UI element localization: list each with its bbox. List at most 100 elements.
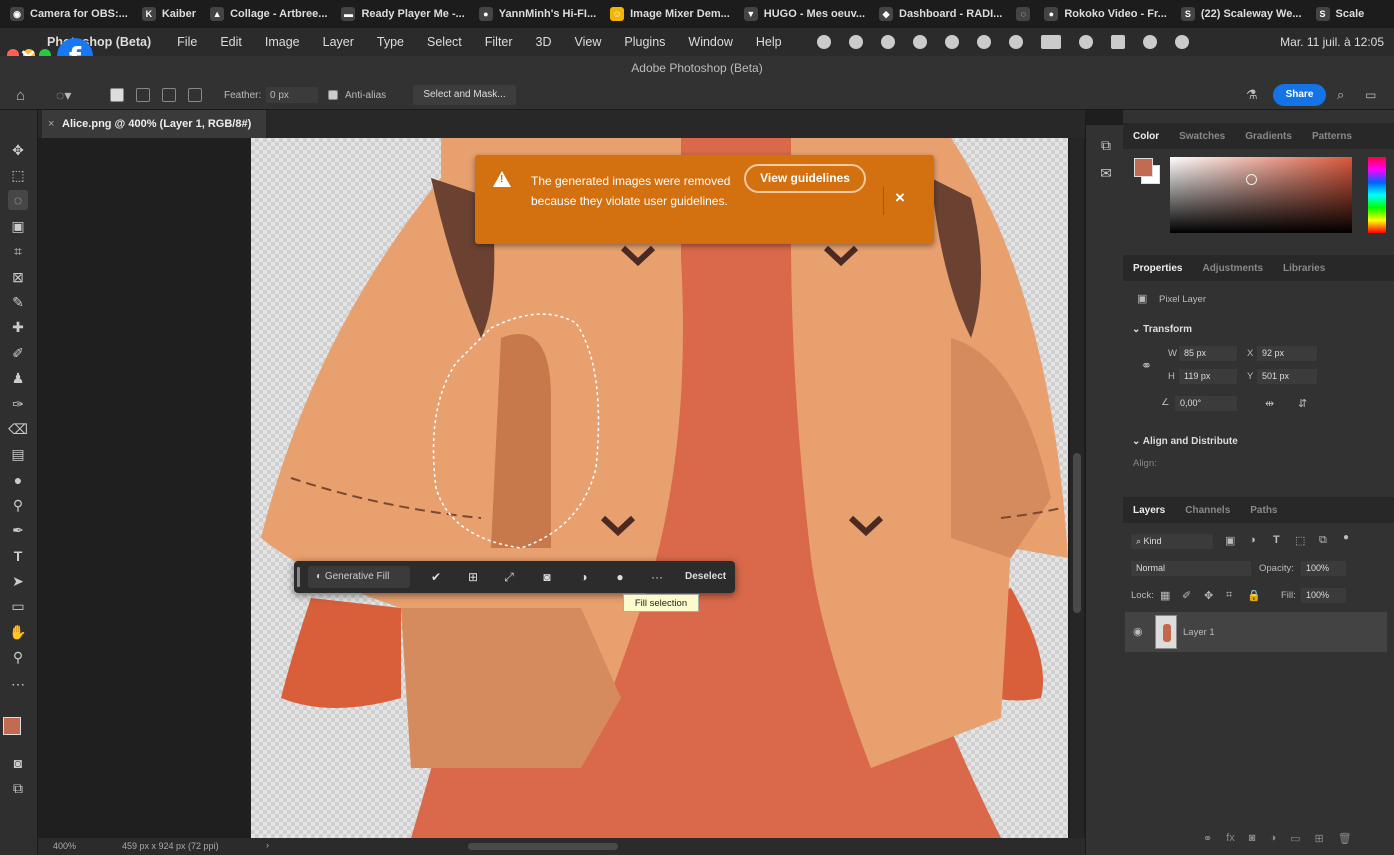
menu-filter[interactable]: Filter: [485, 35, 513, 49]
record-icon[interactable]: [817, 35, 831, 49]
pen-tool-icon[interactable]: ✒: [8, 520, 28, 540]
mask-icon[interactable]: ◙: [539, 569, 555, 585]
path-select-icon[interactable]: ➤: [8, 571, 28, 591]
eyedropper-tool-icon[interactable]: ✎: [8, 292, 28, 312]
trash-icon[interactable]: 🗑: [1338, 832, 1352, 845]
pen-icon[interactable]: [1009, 35, 1023, 49]
generative-fill-button[interactable]: ◐ Generative Fill: [308, 566, 410, 588]
filter-type-icon[interactable]: T: [1273, 534, 1280, 546]
frame-tool-icon[interactable]: ⊠: [8, 267, 28, 287]
tab-layers[interactable]: Layers: [1133, 505, 1165, 516]
more-options-icon[interactable]: ···: [649, 569, 665, 585]
menu-3d[interactable]: 3D: [536, 35, 552, 49]
lock-transparent-icon[interactable]: ▦: [1160, 589, 1170, 602]
search-icon[interactable]: ⌕: [1337, 87, 1344, 103]
browser-tab[interactable]: ● Rokoko Video - Fr...: [1044, 7, 1167, 21]
drag-handle[interactable]: [297, 567, 300, 587]
view-guidelines-button[interactable]: View guidelines: [744, 164, 866, 193]
layer-name[interactable]: Layer 1: [1183, 627, 1215, 638]
menu-view[interactable]: View: [575, 35, 602, 49]
document-tab[interactable]: × Alice.png @ 400% (Layer 1, RGB/8#): [42, 110, 266, 138]
move-tool-icon[interactable]: ✥: [8, 140, 28, 160]
tab-gradients[interactable]: Gradients: [1245, 131, 1292, 142]
group-icon[interactable]: ▭: [1290, 832, 1300, 845]
menu-plugins[interactable]: Plugins: [624, 35, 665, 49]
screen-mode-icon[interactable]: ⧉: [8, 778, 28, 798]
brush-tool-icon[interactable]: ✐: [8, 343, 28, 363]
x-input[interactable]: 92 px: [1257, 346, 1317, 361]
wifi-icon[interactable]: [1079, 35, 1093, 49]
color-picker-handle[interactable]: [1246, 174, 1257, 185]
tab-libraries[interactable]: Libraries: [1283, 263, 1325, 274]
marquee-tool-icon[interactable]: ⬚: [8, 165, 28, 185]
search-icon[interactable]: [1143, 35, 1157, 49]
add-mask-icon[interactable]: ◙: [1249, 832, 1256, 845]
link-icon[interactable]: ⚭: [1141, 358, 1152, 374]
battery-icon[interactable]: [1041, 35, 1061, 49]
menu-edit[interactable]: Edit: [220, 35, 242, 49]
flask-icon[interactable]: [945, 35, 959, 49]
healing-brush-icon[interactable]: ✚: [8, 317, 28, 337]
vertical-scrollbar[interactable]: [1070, 138, 1084, 838]
lock-all-icon[interactable]: 🔒: [1247, 589, 1261, 602]
keyboard-icon[interactable]: [1111, 35, 1125, 49]
menu-layer[interactable]: Layer: [323, 35, 354, 49]
browser-tab[interactable]: ▬ Ready Player Me -...: [341, 7, 465, 21]
flask-icon[interactable]: ⚗: [1246, 87, 1258, 103]
control-center-icon[interactable]: [1175, 35, 1189, 49]
menu-file[interactable]: File: [177, 35, 197, 49]
tab-properties[interactable]: Properties: [1133, 263, 1182, 274]
flip-vertical-icon[interactable]: ⇵: [1298, 397, 1307, 410]
stamp-tool-icon[interactable]: ♟: [8, 368, 28, 388]
browser-tab[interactable]: S Scale: [1315, 7, 1364, 21]
quick-mask-icon[interactable]: ◙: [8, 753, 28, 773]
modify-selection-icon[interactable]: ✔: [428, 569, 444, 585]
height-input[interactable]: 119 px: [1179, 369, 1237, 384]
fill-input[interactable]: 100%: [1301, 588, 1346, 603]
lock-artboard-icon[interactable]: ⌗: [1226, 589, 1232, 602]
align-section-title[interactable]: ⌄ Align and Distribute: [1132, 436, 1238, 447]
fill-selection-icon[interactable]: ●: [612, 569, 628, 585]
vertical-scroll-thumb[interactable]: [1073, 453, 1081, 613]
eraser-tool-icon[interactable]: ⌫: [8, 419, 28, 439]
lock-position-icon[interactable]: ✥: [1204, 589, 1213, 602]
feather-input[interactable]: 0 px: [266, 87, 318, 103]
filter-pixel-icon[interactable]: ▣: [1225, 534, 1235, 547]
deselect-button[interactable]: Deselect: [685, 566, 726, 588]
dodge-tool-icon[interactable]: ⚲: [8, 495, 28, 515]
anti-alias-checkbox[interactable]: [328, 87, 338, 103]
menu-window[interactable]: Window: [688, 35, 732, 49]
fx-icon[interactable]: fx: [1226, 832, 1235, 845]
browser-tab[interactable]: ▼ HUGO - Mes oeuv...: [743, 7, 865, 21]
hue-slider[interactable]: [1368, 157, 1386, 233]
menu-select[interactable]: Select: [427, 35, 462, 49]
close-tab-icon[interactable]: ×: [48, 110, 54, 138]
layer-row[interactable]: ◉ Layer 1: [1125, 612, 1387, 652]
crop-tool-icon[interactable]: ⌗: [8, 241, 28, 261]
browser-tab[interactable]: S (22) Scaleway We...: [1180, 7, 1302, 21]
adjustment-icon[interactable]: ◑: [576, 569, 592, 585]
eye-icon[interactable]: ◉: [1133, 625, 1143, 638]
object-select-tool-icon[interactable]: ▣: [8, 216, 28, 236]
opacity-input[interactable]: 100%: [1301, 561, 1346, 576]
transform-section-title[interactable]: ⌄ Transform: [1132, 324, 1192, 335]
angle-input[interactable]: 0,00°: [1175, 396, 1237, 411]
new-selection-icon[interactable]: [110, 87, 124, 103]
new-layer-icon[interactable]: ⊞: [1315, 832, 1324, 845]
rectangle-tool-icon[interactable]: ▭: [8, 596, 28, 616]
color-field[interactable]: [1170, 157, 1352, 233]
zoom-tool-icon[interactable]: ⚲: [8, 647, 28, 667]
flip-horizontal-icon[interactable]: ⇹: [1265, 397, 1274, 410]
tab-patterns[interactable]: Patterns: [1312, 131, 1352, 142]
y-input[interactable]: 501 px: [1257, 369, 1317, 384]
tab-adjustments[interactable]: Adjustments: [1202, 263, 1263, 274]
hexagon-icon[interactable]: [849, 35, 863, 49]
menu-help[interactable]: Help: [756, 35, 782, 49]
browser-tab[interactable]: ◉ Camera for OBS:...: [10, 7, 128, 21]
transform-selection-icon[interactable]: ⤢: [501, 569, 517, 585]
zoom-level[interactable]: 400%: [53, 841, 76, 851]
browser-tab[interactable]: ▲ Collage - Artbree...: [210, 7, 327, 21]
intersect-selection-icon[interactable]: [188, 87, 202, 103]
home-icon[interactable]: ⌂: [16, 87, 25, 104]
tab-swatches[interactable]: Swatches: [1179, 131, 1225, 142]
